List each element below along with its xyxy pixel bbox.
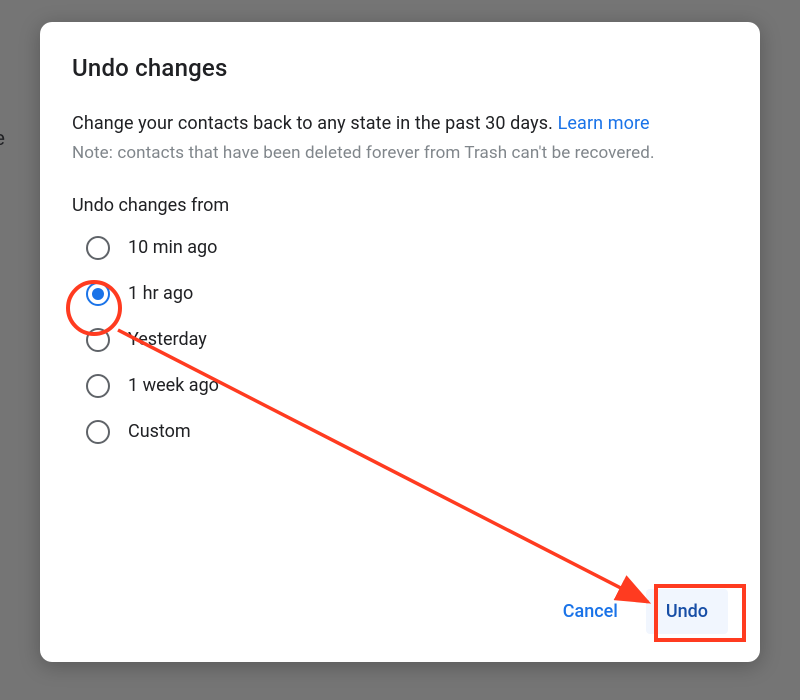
- radio-label: 1 hr ago: [128, 283, 193, 304]
- radio-icon: [86, 328, 110, 352]
- radio-option-1hr[interactable]: 1 hr ago: [86, 282, 728, 306]
- cancel-button[interactable]: Cancel: [543, 589, 638, 634]
- dialog-actions: Cancel Undo: [543, 589, 728, 634]
- radio-group: 10 min ago 1 hr ago Yesterday 1 week ago…: [72, 236, 728, 444]
- radio-label: 1 week ago: [128, 375, 219, 396]
- radio-label: 10 min ago: [128, 237, 217, 258]
- radio-option-custom[interactable]: Custom: [86, 420, 728, 444]
- radio-label: Yesterday: [128, 329, 207, 350]
- radio-icon: [86, 420, 110, 444]
- dialog-description: Change your contacts back to any state i…: [72, 110, 728, 137]
- radio-icon: [86, 374, 110, 398]
- radio-option-1week[interactable]: 1 week ago: [86, 374, 728, 398]
- undo-changes-dialog: Undo changes Change your contacts back t…: [40, 22, 760, 662]
- undo-button[interactable]: Undo: [646, 589, 728, 634]
- radio-icon: [86, 236, 110, 260]
- radio-icon: [86, 282, 110, 306]
- background-text-fragment: e: [0, 128, 5, 151]
- dialog-note: Note: contacts that have been deleted fo…: [72, 141, 728, 167]
- radio-option-10min[interactable]: 10 min ago: [86, 236, 728, 260]
- dialog-title: Undo changes: [72, 54, 728, 82]
- section-label: Undo changes from: [72, 195, 728, 216]
- radio-label: Custom: [128, 421, 191, 442]
- description-text: Change your contacts back to any state i…: [72, 113, 553, 134]
- learn-more-link[interactable]: Learn more: [558, 113, 650, 134]
- radio-option-yesterday[interactable]: Yesterday: [86, 328, 728, 352]
